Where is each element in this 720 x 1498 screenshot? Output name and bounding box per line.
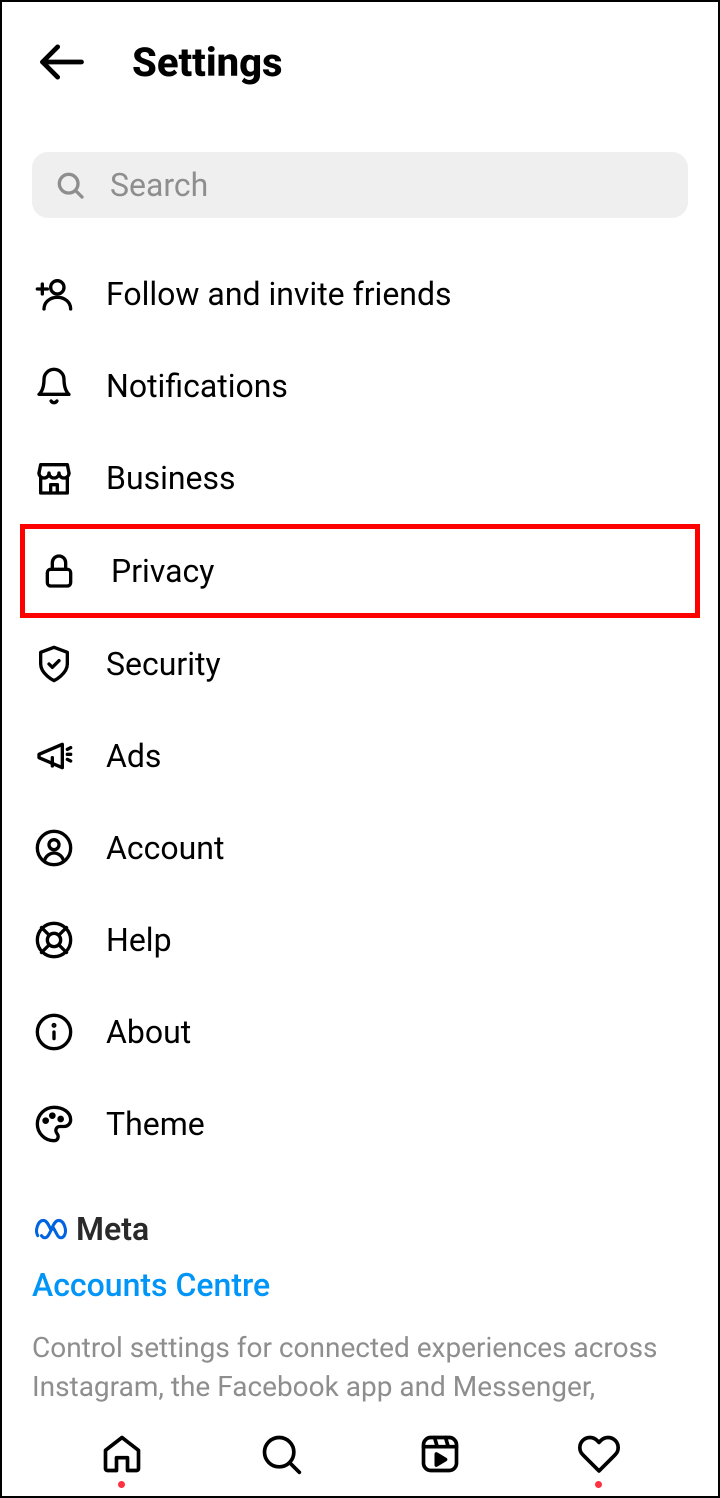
menu-item-notifications[interactable]: Notifications bbox=[2, 340, 718, 432]
menu-item-label: About bbox=[106, 1013, 191, 1051]
heart-icon bbox=[577, 1432, 621, 1476]
add-person-icon bbox=[32, 272, 76, 316]
home-icon bbox=[100, 1432, 144, 1476]
menu-item-theme[interactable]: Theme bbox=[2, 1078, 718, 1170]
info-icon bbox=[32, 1010, 76, 1054]
menu-item-label: Theme bbox=[106, 1105, 205, 1143]
account-circle-icon bbox=[32, 826, 76, 870]
lock-icon bbox=[37, 549, 81, 593]
menu-item-follow-invite[interactable]: Follow and invite friends bbox=[2, 248, 718, 340]
menu-item-label: Security bbox=[106, 645, 221, 683]
back-button[interactable] bbox=[32, 32, 92, 92]
menu-item-about[interactable]: About bbox=[2, 986, 718, 1078]
meta-icon bbox=[32, 1216, 70, 1242]
page-title: Settings bbox=[132, 39, 283, 86]
search-placeholder: Search bbox=[110, 166, 208, 204]
menu-item-label: Follow and invite friends bbox=[106, 275, 452, 313]
nav-dot bbox=[595, 1481, 602, 1488]
reels-icon bbox=[418, 1432, 462, 1476]
menu-item-privacy[interactable]: Privacy bbox=[20, 524, 700, 618]
menu-item-business[interactable]: Business bbox=[2, 432, 718, 524]
meta-logo: Meta bbox=[32, 1210, 688, 1248]
nav-reels[interactable] bbox=[416, 1424, 464, 1484]
megaphone-icon bbox=[32, 734, 76, 778]
search-icon bbox=[54, 169, 86, 201]
menu-item-help[interactable]: Help bbox=[2, 894, 718, 986]
settings-menu: Follow and invite friends Notifications … bbox=[2, 238, 718, 1180]
nav-activity[interactable] bbox=[575, 1424, 623, 1484]
search-icon bbox=[259, 1432, 303, 1476]
menu-item-security[interactable]: Security bbox=[2, 618, 718, 710]
nav-home[interactable] bbox=[98, 1424, 146, 1484]
palette-icon bbox=[32, 1102, 76, 1146]
menu-item-label: Account bbox=[106, 829, 224, 867]
shop-icon bbox=[32, 456, 76, 500]
nav-search[interactable] bbox=[257, 1424, 305, 1484]
header: Settings bbox=[2, 2, 718, 122]
meta-label: Meta bbox=[76, 1210, 149, 1248]
menu-item-ads[interactable]: Ads bbox=[2, 710, 718, 802]
shield-check-icon bbox=[32, 642, 76, 686]
menu-item-label: Privacy bbox=[111, 552, 214, 590]
bottom-nav bbox=[2, 1411, 718, 1496]
menu-item-label: Business bbox=[106, 459, 236, 497]
accounts-centre-link[interactable]: Accounts Centre bbox=[32, 1266, 688, 1304]
lifebuoy-icon bbox=[32, 918, 76, 962]
menu-item-label: Help bbox=[106, 921, 172, 959]
footer-section: Meta Accounts Centre Control settings fo… bbox=[2, 1180, 718, 1446]
menu-item-label: Ads bbox=[106, 737, 161, 775]
arrow-left-icon bbox=[36, 36, 88, 88]
menu-item-account[interactable]: Account bbox=[2, 802, 718, 894]
menu-item-label: Notifications bbox=[106, 367, 288, 405]
bell-icon bbox=[32, 364, 76, 408]
search-input[interactable]: Search bbox=[32, 152, 688, 218]
nav-dot bbox=[118, 1481, 125, 1488]
